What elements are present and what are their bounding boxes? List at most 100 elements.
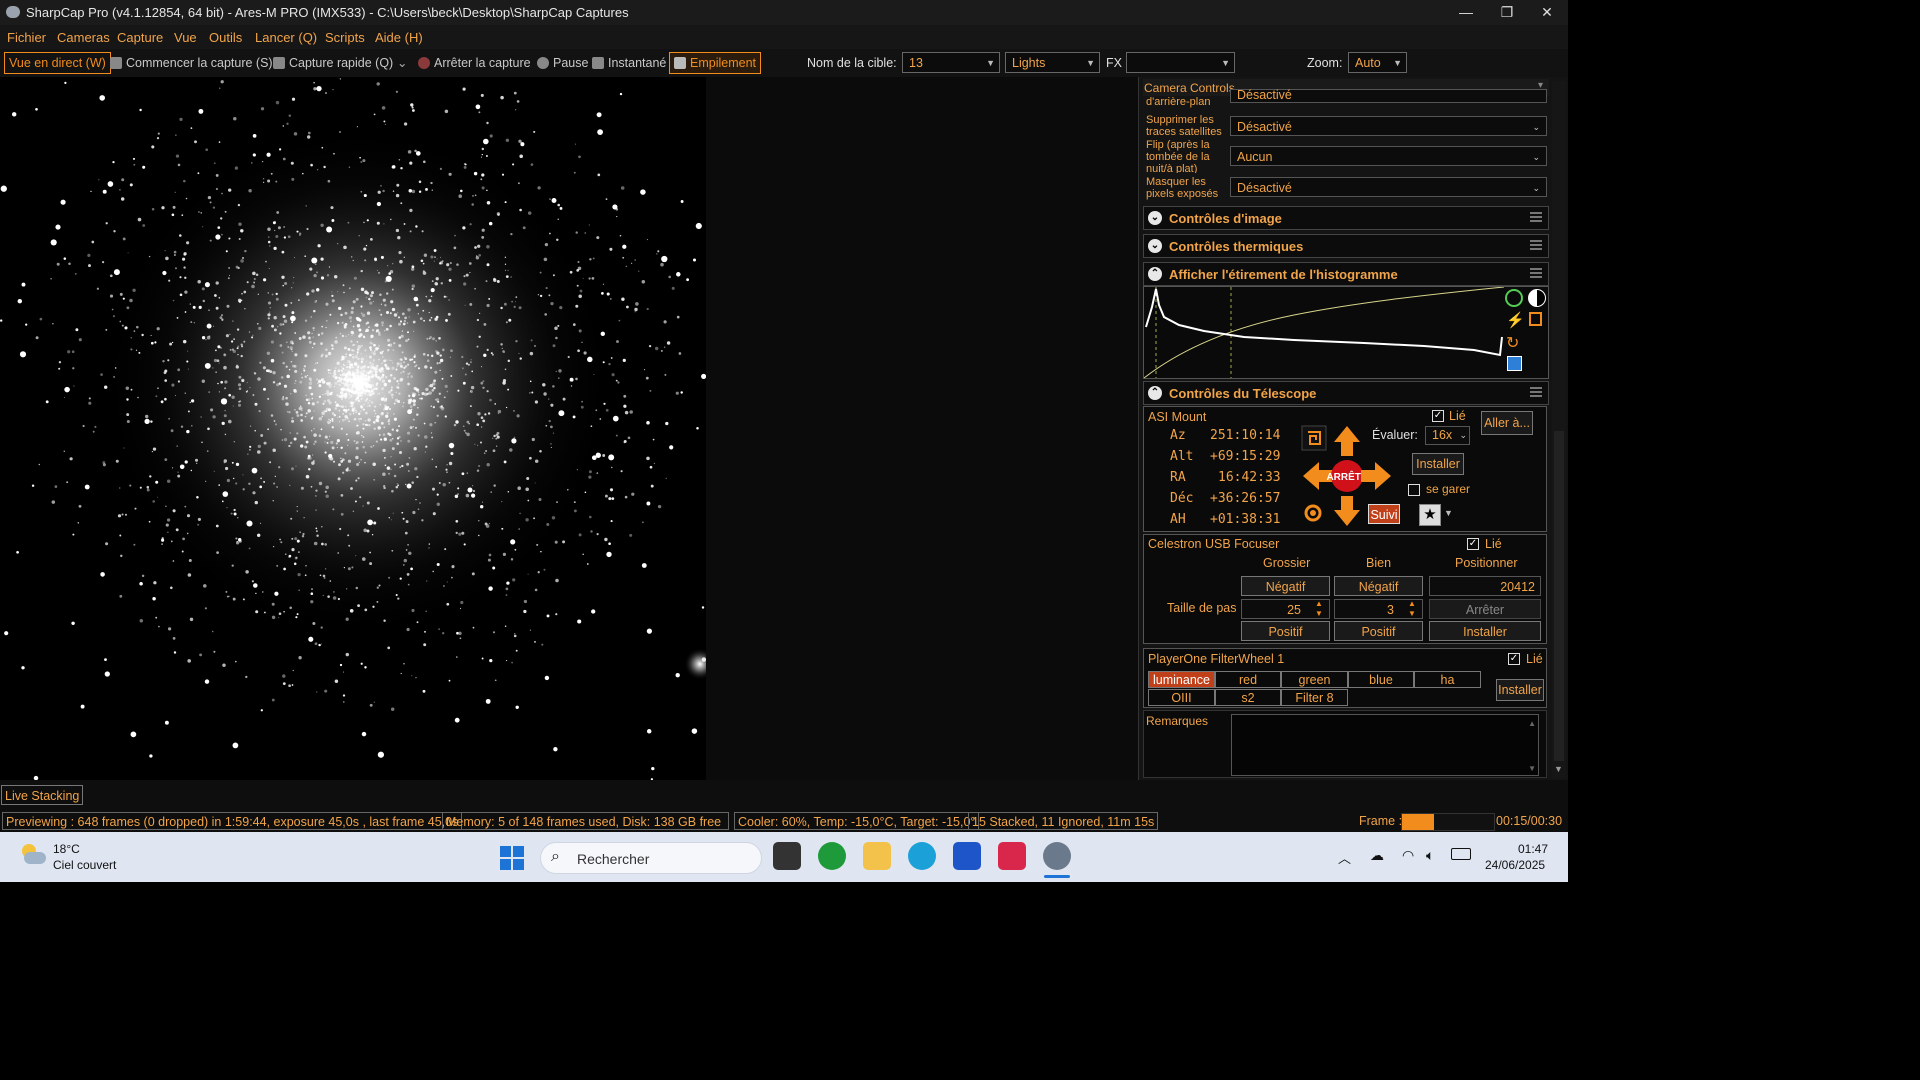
panel-scrollbar[interactable]: ▼ xyxy=(1552,81,1566,778)
filter-ha[interactable]: ha xyxy=(1414,671,1481,688)
notes-textarea[interactable]: ▲ ▼ xyxy=(1231,714,1539,776)
arrow-right-icon[interactable] xyxy=(1361,462,1391,490)
windows-start-icon[interactable] xyxy=(500,846,524,870)
coarse-negative-button[interactable]: Négatif xyxy=(1241,576,1330,596)
fine-negative-button[interactable]: Négatif xyxy=(1334,576,1423,596)
star-icon[interactable]: ★ xyxy=(1419,504,1441,526)
star-dropdown-icon[interactable]: ▼ xyxy=(1444,508,1453,518)
menu-icon[interactable] xyxy=(1530,387,1542,397)
spiral-icon[interactable] xyxy=(1301,425,1327,451)
filter-green[interactable]: green xyxy=(1281,671,1348,688)
scroll-down-icon[interactable]: ▼ xyxy=(1554,764,1563,774)
goto-button[interactable]: Aller à... xyxy=(1481,411,1533,435)
filter-oiii[interactable]: OIII xyxy=(1148,689,1215,706)
zoom-combo[interactable]: Auto ▼ xyxy=(1348,52,1407,73)
stop-capture-button[interactable]: Arrêter la capture xyxy=(418,52,531,74)
section-thermal-controls[interactable]: ⌄ Contrôles thermiques xyxy=(1143,234,1549,258)
filterwheel-linked-checkbox[interactable]: ✓ xyxy=(1508,653,1520,665)
clock-time[interactable]: 01:47 xyxy=(1518,842,1548,856)
flip-select[interactable]: Aucun ⌄ xyxy=(1230,146,1547,166)
histogram-plot[interactable] xyxy=(1144,287,1504,378)
focuser-install-button[interactable]: Installer xyxy=(1429,621,1541,641)
focuser-stop-button[interactable]: Arrêter xyxy=(1429,599,1541,619)
lightning-icon[interactable]: ⚡ xyxy=(1506,311,1525,329)
menu-outils[interactable]: Outils xyxy=(209,30,242,45)
histogram-box[interactable]: ⚡ ↻ xyxy=(1143,286,1549,379)
bg-select[interactable]: Désactivé xyxy=(1230,89,1547,103)
close-button[interactable]: ✕ xyxy=(1527,0,1567,25)
rate-select[interactable]: 16x ⌄ xyxy=(1425,426,1470,445)
edge-icon[interactable] xyxy=(908,842,936,870)
power-icon[interactable] xyxy=(1505,289,1523,307)
maximize-button[interactable]: ❐ xyxy=(1487,0,1527,25)
menu-aide[interactable]: Aide (H) xyxy=(375,30,423,45)
pause-button[interactable]: Pause xyxy=(537,52,588,74)
taskbar-search[interactable]: ⌕ Rechercher xyxy=(540,842,762,874)
contrast-icon[interactable] xyxy=(1528,289,1546,307)
filter-luminance[interactable]: luminance xyxy=(1148,671,1215,688)
menu-cameras[interactable]: Cameras xyxy=(57,30,110,45)
start-capture-button[interactable]: Commencer la capture (S) xyxy=(110,52,273,74)
stacking-button[interactable]: Empilement xyxy=(669,52,761,74)
app-icon-sphere[interactable] xyxy=(1043,842,1071,870)
mask-select[interactable]: Désactivé ⌄ xyxy=(1230,177,1547,197)
cloud-offline-icon[interactable]: ☁ xyxy=(1370,847,1384,864)
scroll-down-icon[interactable]: ▼ xyxy=(1528,764,1536,773)
filter-s2[interactable]: s2 xyxy=(1215,689,1281,706)
tracking-button[interactable]: Suivi xyxy=(1368,504,1400,524)
battery-icon[interactable] xyxy=(1451,848,1471,860)
file-explorer-icon[interactable] xyxy=(863,842,891,870)
filterwheel-install-button[interactable]: Installer xyxy=(1496,679,1544,701)
weather-icon[interactable] xyxy=(20,844,46,864)
filter-red[interactable]: red xyxy=(1215,671,1281,688)
frame-type-combo[interactable]: Lights ▼ xyxy=(1005,52,1100,73)
quick-capture-dropdown-icon[interactable]: ⌄ xyxy=(397,52,407,74)
mount-linked-checkbox[interactable]: ✓ xyxy=(1432,410,1444,422)
section-histogram[interactable]: ⌃ Afficher l'étirement de l'histogramme xyxy=(1143,262,1549,286)
park-checkbox[interactable] xyxy=(1408,484,1420,496)
coarse-positive-button[interactable]: Positif xyxy=(1241,621,1330,641)
live-view-button[interactable]: Vue en direct (W) xyxy=(4,52,111,74)
wifi-icon[interactable]: ◠ xyxy=(1402,847,1414,864)
satellite-select[interactable]: Désactivé ⌄ xyxy=(1230,116,1547,136)
menu-icon[interactable] xyxy=(1530,268,1542,278)
image-viewer[interactable] xyxy=(0,77,706,780)
menu-capture[interactable]: Capture xyxy=(117,30,163,45)
scrollbar-thumb[interactable] xyxy=(1554,431,1564,761)
menu-icon[interactable] xyxy=(1530,212,1542,222)
menu-icon[interactable] xyxy=(1530,240,1542,250)
section-telescope[interactable]: ⌃ Contrôles du Télescope xyxy=(1143,381,1549,405)
scroll-up-icon[interactable]: ▲ xyxy=(1528,719,1536,728)
quick-capture-button[interactable]: Capture rapide (Q) xyxy=(273,52,393,74)
chevron-up-icon[interactable]: ︿ xyxy=(1338,848,1351,867)
filter-blue[interactable]: blue xyxy=(1348,671,1414,688)
menu-lancer[interactable]: Lancer (Q) xyxy=(255,30,317,45)
app-icon-red[interactable] xyxy=(998,842,1026,870)
filter-8[interactable]: Filter 8 xyxy=(1281,689,1348,706)
fx-combo[interactable]: ▼ xyxy=(1126,52,1235,73)
snapshot-button[interactable]: Instantané xyxy=(592,52,666,74)
store-icon[interactable] xyxy=(953,842,981,870)
fine-stepper-icon[interactable]: ▲ ▼ xyxy=(1408,599,1416,619)
task-view-icon[interactable] xyxy=(773,842,801,870)
menu-scripts[interactable]: Scripts xyxy=(325,30,365,45)
clock-date[interactable]: 24/06/2025 xyxy=(1485,858,1545,872)
volume-icon[interactable]: 🔈︎ xyxy=(1426,847,1434,864)
fine-positive-button[interactable]: Positif xyxy=(1334,621,1423,641)
save-icon[interactable] xyxy=(1507,356,1522,371)
coarse-stepper-icon[interactable]: ▲ ▼ xyxy=(1315,599,1323,619)
sharpcap-taskbar-icon[interactable] xyxy=(818,842,846,870)
menu-fichier[interactable]: Fichier xyxy=(7,30,46,45)
target-name-combo[interactable]: 13 ▼ xyxy=(902,52,1000,73)
section-image-controls[interactable]: ⌄ Contrôles d'image xyxy=(1143,206,1549,230)
reset-icon[interactable]: ↻ xyxy=(1506,333,1519,353)
lock-icon[interactable] xyxy=(1529,312,1542,326)
menu-vue[interactable]: Vue xyxy=(174,30,197,45)
minimize-button[interactable]: — xyxy=(1446,0,1486,25)
live-stacking-tab[interactable]: Live Stacking xyxy=(1,785,84,805)
arrow-down-icon[interactable] xyxy=(1334,496,1360,526)
position-input[interactable]: 20412 xyxy=(1429,576,1541,596)
mount-install-button[interactable]: Installer xyxy=(1412,453,1464,475)
focuser-linked-checkbox[interactable]: ✓ xyxy=(1467,538,1479,550)
arrow-up-icon[interactable] xyxy=(1334,426,1360,456)
